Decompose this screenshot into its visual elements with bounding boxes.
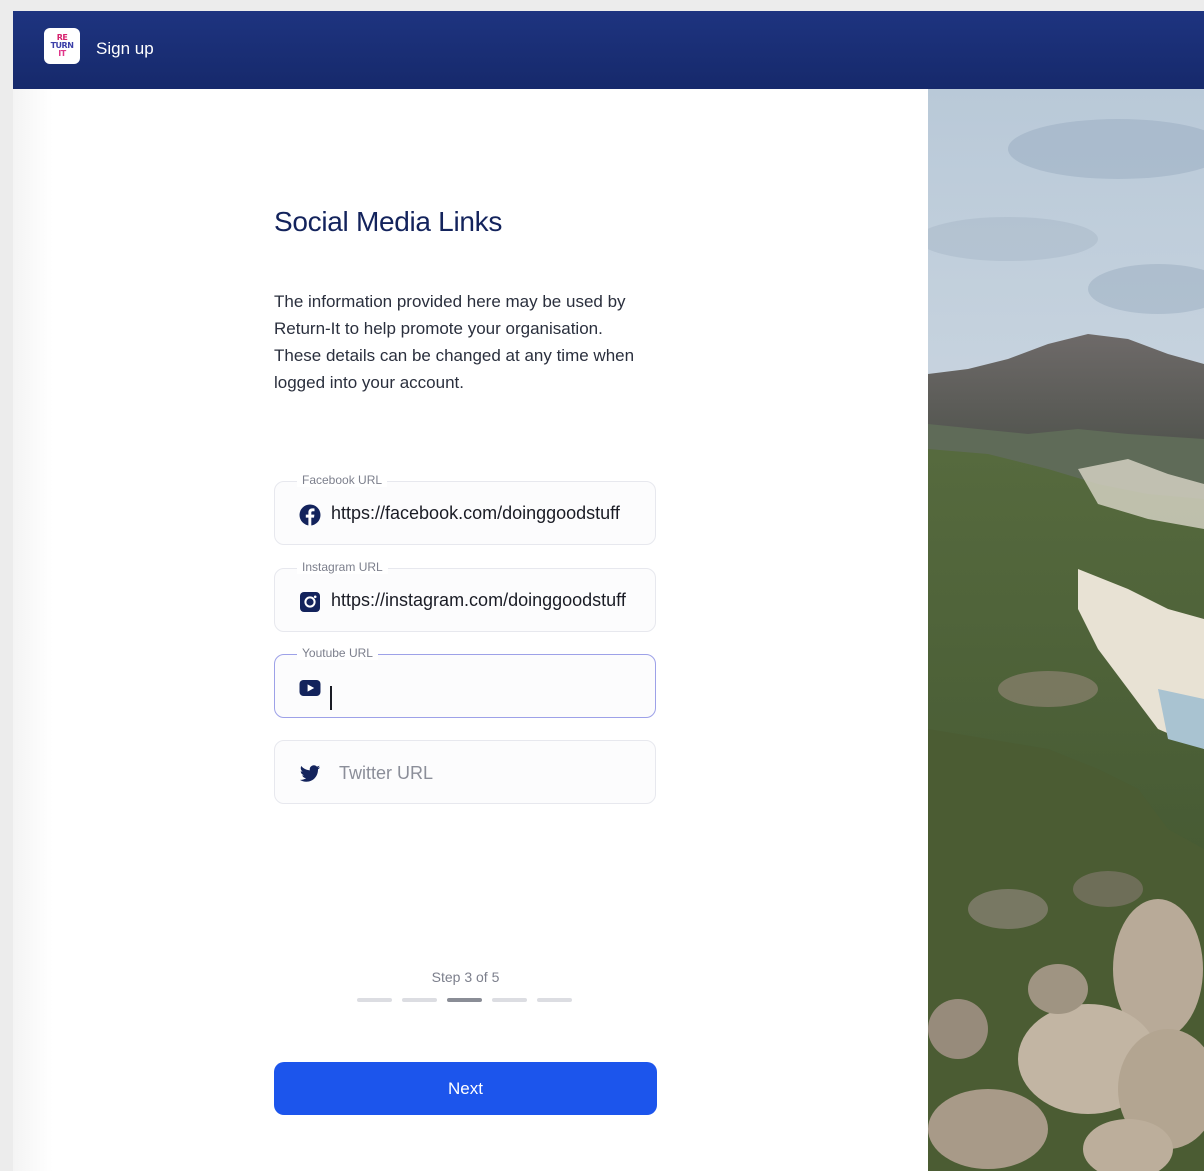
step-dot-1 bbox=[357, 998, 392, 1002]
facebook-url-label: Facebook URL bbox=[297, 473, 388, 487]
text-cursor bbox=[330, 686, 332, 710]
instagram-url-label: Instagram URL bbox=[297, 560, 388, 574]
return-it-logo: RE TURN IT bbox=[44, 28, 80, 64]
step-indicator-text: Step 3 of 5 bbox=[431, 969, 500, 985]
youtube-url-input[interactable] bbox=[331, 675, 631, 699]
step-dot-4 bbox=[492, 998, 527, 1002]
twitter-url-input[interactable] bbox=[339, 761, 639, 785]
section-heading: Social Media Links bbox=[274, 206, 503, 237]
step-dot-2 bbox=[402, 998, 437, 1002]
twitter-icon bbox=[299, 765, 321, 782]
twitter-url-field[interactable] bbox=[274, 740, 656, 804]
page-title: Sign up bbox=[96, 39, 154, 58]
app-window: RE TURN IT Sign up Social Media Links Th… bbox=[13, 11, 1204, 1171]
step-dot-5 bbox=[537, 998, 572, 1002]
instagram-url-field[interactable]: Instagram URL https://instagram.com/doin… bbox=[274, 560, 656, 632]
step-progress bbox=[357, 998, 572, 1002]
top-bar: RE TURN IT Sign up bbox=[13, 11, 1204, 89]
instagram-url-value: https://instagram.com/doinggoodstuff bbox=[331, 590, 626, 610]
facebook-icon bbox=[299, 504, 321, 526]
youtube-url-label: Youtube URL bbox=[297, 646, 378, 660]
landscape-photo bbox=[928, 89, 1204, 1171]
youtube-icon bbox=[299, 680, 321, 696]
landscape-illustration bbox=[928, 89, 1204, 1171]
facebook-url-value: https://facebook.com/doinggoodstuff bbox=[331, 503, 620, 523]
next-button[interactable]: Next bbox=[274, 1062, 657, 1115]
logo-line-3: IT bbox=[58, 49, 66, 58]
step-dot-3 bbox=[447, 998, 482, 1002]
section-description: The information provided here may be use… bbox=[274, 292, 635, 392]
facebook-url-field[interactable]: Facebook URL https://facebook.com/doingg… bbox=[274, 473, 656, 545]
instagram-icon bbox=[300, 592, 320, 612]
